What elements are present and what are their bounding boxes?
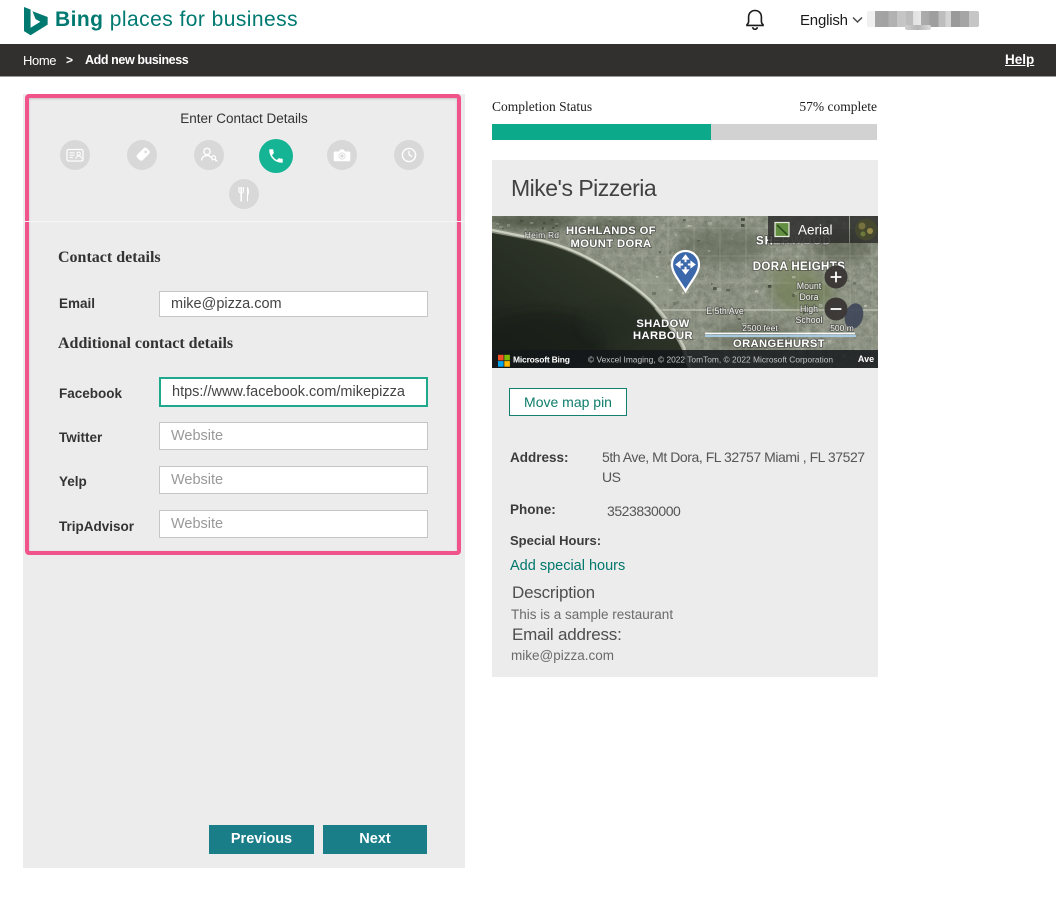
svg-text:HARBOUR: HARBOUR: [633, 330, 693, 342]
svg-text:HIGHLANDS OF: HIGHLANDS OF: [566, 225, 656, 237]
svg-text:SHADOW: SHADOW: [636, 318, 689, 330]
svg-text:High: High: [800, 304, 818, 314]
svg-text:MOUNT DORA: MOUNT DORA: [570, 238, 651, 250]
svg-text:© Vexcel Imaging, © 2022 TomTo: © Vexcel Imaging, © 2022 TomTom, © 2022 …: [588, 355, 833, 365]
svg-text:Heim Rd: Heim Rd: [525, 230, 560, 240]
svg-text:Microsoft Bing: Microsoft Bing: [513, 355, 570, 365]
svg-text:ORANGEHURST: ORANGEHURST: [733, 338, 825, 350]
svg-text:Ave: Ave: [858, 354, 874, 364]
svg-text:Aerial: Aerial: [798, 223, 833, 238]
svg-text:500 m: 500 m: [830, 323, 854, 333]
svg-text:E 5th Ave: E 5th Ave: [706, 306, 744, 316]
svg-text:2500 feet: 2500 feet: [742, 323, 778, 333]
svg-text:Dora: Dora: [799, 292, 818, 302]
svg-text:Mount: Mount: [797, 281, 822, 291]
svg-text:School: School: [796, 315, 823, 325]
